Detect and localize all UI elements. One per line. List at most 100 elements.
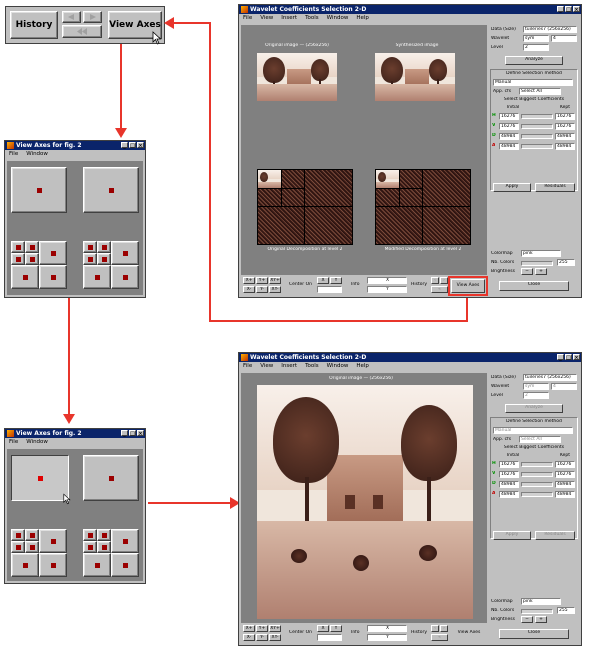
wavelet-select[interactable]: sym — [523, 383, 549, 390]
apply-button[interactable]: Apply — [493, 531, 531, 540]
axes-toggle-large-2[interactable] — [83, 167, 139, 213]
axes-toggle-sub[interactable] — [97, 253, 111, 265]
kept-value[interactable]: 48984 — [555, 481, 575, 488]
menu-file[interactable]: File — [9, 438, 18, 446]
center-on-y-button[interactable]: Y — [330, 625, 342, 632]
nb-colors-value[interactable]: 255 — [557, 607, 575, 614]
kept-value[interactable]: 48984 — [555, 143, 575, 150]
zoom-y-minus-button[interactable]: Y- — [256, 634, 268, 641]
menu-insert[interactable]: Insert — [281, 362, 297, 370]
level-select[interactable]: 2 — [523, 392, 549, 399]
close-button[interactable]: × — [573, 354, 580, 361]
undo-button[interactable] — [62, 11, 81, 23]
menu-window[interactable]: Window — [327, 14, 349, 22]
axes-toggle-sub[interactable] — [83, 241, 97, 253]
kept-value[interactable]: 16276 — [555, 123, 575, 130]
close-button[interactable]: × — [137, 430, 144, 437]
history-back-button[interactable]: ‹ — [431, 277, 439, 284]
axes-toggle-large-2[interactable] — [83, 455, 139, 501]
axes-toggle-sub[interactable] — [11, 241, 25, 253]
close-button[interactable]: × — [573, 6, 580, 13]
maximize-button[interactable]: □ — [129, 142, 136, 149]
axes-toggle-sub[interactable] — [11, 553, 39, 577]
close-button[interactable]: Close — [499, 281, 569, 291]
menu-help[interactable]: Help — [356, 362, 369, 370]
axes-toggle-sub[interactable] — [25, 541, 39, 553]
menu-file[interactable]: File — [9, 150, 18, 158]
kept-slider[interactable] — [521, 114, 553, 119]
axes-toggle-sub[interactable] — [111, 553, 139, 577]
app-cfs-select[interactable]: Select All — [519, 436, 561, 443]
zoom-x-minus-button[interactable]: X- — [243, 286, 255, 293]
history-button[interactable]: History — [10, 11, 58, 39]
menu-file[interactable]: File — [243, 362, 252, 370]
menu-window[interactable]: Window — [26, 150, 48, 158]
maximize-button[interactable]: □ — [565, 354, 572, 361]
axes-toggle-sub[interactable] — [111, 241, 139, 265]
kept-slider[interactable] — [521, 144, 553, 149]
axes-toggle-sub[interactable] — [83, 529, 97, 541]
redo-button[interactable] — [83, 11, 102, 23]
wavelet-number-select[interactable]: 4 — [551, 35, 577, 42]
app-cfs-select[interactable]: Select All — [519, 88, 561, 95]
axes-toggle-sub[interactable] — [97, 529, 111, 541]
colormap-select[interactable]: pink — [521, 250, 561, 257]
analyze-button[interactable]: Analyze — [505, 56, 563, 65]
axes-toggle-large-1-pressed[interactable] — [11, 455, 69, 501]
kept-slider[interactable] — [521, 134, 553, 139]
minimize-button[interactable]: _ — [557, 354, 564, 361]
wavelet-select[interactable]: sym — [523, 35, 549, 42]
menu-tools[interactable]: Tools — [305, 14, 319, 22]
axes-toggle-sub[interactable] — [39, 553, 67, 577]
view-axes-button[interactable]: View Axes — [448, 276, 488, 296]
axes-toggle-sub[interactable] — [11, 265, 39, 289]
menu-view[interactable]: View — [260, 362, 273, 370]
axes-toggle-sub[interactable] — [25, 253, 39, 265]
axes-toggle-sub[interactable] — [39, 529, 67, 553]
center-on-value[interactable] — [317, 634, 342, 641]
zoom-xy-plus-button[interactable]: XY+ — [269, 625, 281, 632]
level-select[interactable]: 2 — [523, 44, 549, 51]
zoom-x-plus-button[interactable]: X+ — [243, 277, 255, 284]
menu-insert[interactable]: Insert — [281, 14, 297, 22]
minimize-button[interactable]: _ — [557, 6, 564, 13]
center-on-x-button[interactable]: X — [317, 277, 329, 284]
close-button[interactable]: Close — [499, 629, 569, 639]
zoom-x-plus-button[interactable]: X+ — [243, 625, 255, 632]
brightness-minus-button[interactable]: − — [521, 616, 533, 623]
zoom-xy-plus-button[interactable]: XY+ — [269, 277, 281, 284]
kept-slider[interactable] — [521, 462, 553, 467]
nb-colors-slider[interactable] — [521, 261, 553, 266]
axes-toggle-sub[interactable] — [25, 241, 39, 253]
center-on-x-button[interactable]: X — [317, 625, 329, 632]
axes-toggle-sub[interactable] — [111, 529, 139, 553]
wavelet-number-select[interactable]: 4 — [551, 383, 577, 390]
history-forward-button[interactable]: › — [440, 277, 448, 284]
kept-value[interactable]: 48984 — [555, 133, 575, 140]
axes-toggle-sub[interactable] — [97, 541, 111, 553]
minimize-button[interactable]: _ — [121, 430, 128, 437]
minimize-button[interactable]: _ — [121, 142, 128, 149]
brightness-minus-button[interactable]: − — [521, 268, 533, 275]
axes-toggle-sub[interactable] — [11, 253, 25, 265]
axes-toggle-sub[interactable] — [111, 265, 139, 289]
axes-toggle-sub[interactable] — [11, 541, 25, 553]
axes-toggle-sub[interactable] — [83, 253, 97, 265]
center-on-value[interactable] — [317, 286, 342, 293]
kept-slider[interactable] — [521, 492, 553, 497]
maximize-button[interactable]: □ — [565, 6, 572, 13]
menu-view[interactable]: View — [260, 14, 273, 22]
maximize-button[interactable]: □ — [129, 430, 136, 437]
kept-slider[interactable] — [521, 472, 553, 477]
zoom-y-plus-button[interactable]: Y+ — [256, 277, 268, 284]
nb-colors-value[interactable]: 255 — [557, 259, 575, 266]
kept-value[interactable]: 16276 — [555, 113, 575, 120]
kept-value[interactable]: 48984 — [555, 491, 575, 498]
view-axes-button[interactable]: View Axes — [453, 630, 485, 636]
history-forward-button[interactable]: › — [440, 625, 448, 632]
method-select[interactable]: Manual — [493, 79, 573, 86]
colormap-select[interactable]: pink — [521, 598, 561, 605]
axes-toggle-sub[interactable] — [97, 241, 111, 253]
history-back-button[interactable]: ‹ — [431, 625, 439, 632]
axes-toggle-sub[interactable] — [39, 265, 67, 289]
